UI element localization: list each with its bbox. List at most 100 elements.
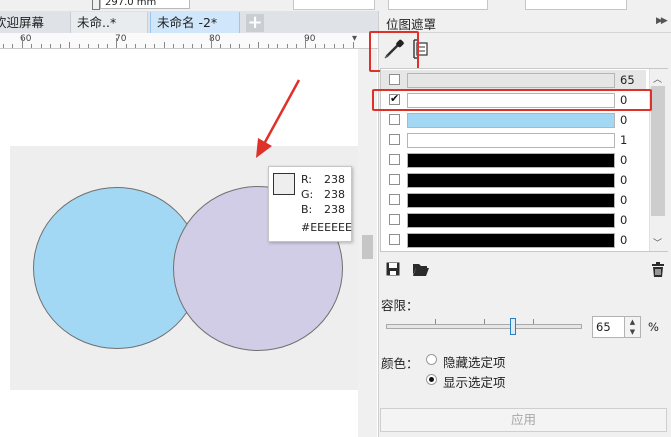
ruler-tick xyxy=(40,44,42,48)
ruler-tick xyxy=(31,44,33,48)
red-value: 238 xyxy=(324,173,345,186)
row-color-swatch[interactable] xyxy=(407,233,615,248)
double-chevron-right-icon[interactable]: ▶▶ xyxy=(656,16,668,26)
ruler-tick xyxy=(201,44,203,48)
save-icon[interactable] xyxy=(386,262,400,276)
slider-tick xyxy=(533,319,534,324)
ruler-tick xyxy=(135,44,137,48)
tab-untitled-2[interactable]: 未命名 -2* xyxy=(150,12,240,33)
ruler-tick xyxy=(324,44,326,48)
ruler-tick xyxy=(182,44,184,48)
green-label: G: xyxy=(301,188,314,201)
page-height-input[interactable]: 297.0 mm xyxy=(100,0,190,9)
divider xyxy=(378,32,671,33)
row-checkbox[interactable] xyxy=(389,134,400,145)
canvas-scroll-thumb[interactable] xyxy=(362,235,373,259)
row-checkbox[interactable] xyxy=(389,234,400,245)
row-color-swatch[interactable] xyxy=(407,193,615,208)
hex-value: #EEEEEE xyxy=(301,221,352,234)
color-mode-label: 颜色： xyxy=(381,356,419,371)
scroll-up-icon[interactable]: ︿ xyxy=(653,72,662,85)
radio-hide-selected[interactable] xyxy=(426,354,437,365)
tolerance-slider[interactable] xyxy=(386,324,582,329)
ruler-tick xyxy=(116,38,118,48)
row-tolerance[interactable]: 0 xyxy=(620,193,627,207)
page-height-icon xyxy=(92,0,100,10)
ruler-tick xyxy=(248,44,250,48)
red-arrow-annotation xyxy=(256,79,301,158)
row-color-swatch[interactable] xyxy=(407,173,615,188)
slider-tick xyxy=(484,319,485,324)
ruler-tick xyxy=(125,44,127,48)
red-label: R: xyxy=(301,173,313,186)
ruler-tick xyxy=(106,44,108,48)
tolerance-spinner[interactable]: ▲ ▼ xyxy=(625,316,641,338)
tolerance-input[interactable]: 65 xyxy=(592,316,625,338)
highlight-box-row xyxy=(372,89,652,111)
tab-label: 未命..* xyxy=(77,15,117,30)
ruler-tick xyxy=(97,44,99,48)
toolbar-field[interactable] xyxy=(525,0,627,10)
row-tolerance[interactable]: 0 xyxy=(620,213,627,227)
ruler-tick xyxy=(295,44,297,48)
tab-welcome-screen[interactable]: 欢迎屏幕 xyxy=(0,12,68,33)
row-tolerance[interactable]: 1 xyxy=(620,133,627,147)
toolbar-field[interactable] xyxy=(388,0,488,10)
ruler-tick xyxy=(277,44,278,48)
row-tolerance[interactable]: 0 xyxy=(620,233,627,247)
row-checkbox[interactable] xyxy=(389,194,400,205)
row-color-swatch[interactable] xyxy=(407,73,615,88)
list-scroll-thumb[interactable] xyxy=(651,86,665,216)
ruler-tick xyxy=(343,44,345,48)
row-color-swatch[interactable] xyxy=(407,113,615,128)
ruler-tick xyxy=(78,44,80,48)
ruler-tick xyxy=(220,44,222,48)
radio-show-label[interactable]: 显示选定项 xyxy=(443,372,506,391)
open-folder-icon[interactable] xyxy=(412,262,430,277)
ruler-tick xyxy=(59,44,61,48)
ruler-tick xyxy=(239,44,241,48)
blue-label: B: xyxy=(301,203,313,216)
horizontal-ruler[interactable] xyxy=(0,33,378,49)
add-tab-button[interactable]: + xyxy=(246,14,264,32)
trash-icon[interactable] xyxy=(651,262,665,277)
row-color-swatch[interactable] xyxy=(407,153,615,168)
radio-show-selected[interactable] xyxy=(426,374,437,385)
ruler-tick xyxy=(3,44,4,48)
color-readout-tooltip: R: 238 G: 238 B: 238 #EEEEEE xyxy=(268,166,352,242)
ruler-tick xyxy=(154,44,156,48)
tolerance-slider-thumb[interactable] xyxy=(510,318,517,335)
green-value: 238 xyxy=(324,188,345,201)
blue-value: 238 xyxy=(324,203,345,216)
row-tolerance[interactable]: 0 xyxy=(620,153,627,167)
scroll-down-icon[interactable]: ﹀ xyxy=(653,236,662,249)
ruler-tick xyxy=(267,44,269,48)
highlight-box-eyedropper xyxy=(369,31,419,72)
row-checkbox[interactable] xyxy=(389,214,400,225)
row-color-swatch[interactable] xyxy=(407,133,615,148)
row-color-swatch[interactable] xyxy=(407,213,615,228)
ruler-tick xyxy=(192,44,193,48)
ruler-tick xyxy=(305,38,307,48)
toolbar-field[interactable] xyxy=(293,0,375,10)
ruler-tick xyxy=(173,44,175,48)
row-tolerance[interactable]: 0 xyxy=(620,113,627,127)
ruler-tick xyxy=(210,38,212,48)
ruler-tick xyxy=(144,44,146,48)
color-swatch xyxy=(273,173,295,195)
row-checkbox[interactable] xyxy=(389,114,400,125)
row-checkbox[interactable] xyxy=(389,154,400,165)
row-tolerance[interactable]: 0 xyxy=(620,173,627,187)
ruler-tick xyxy=(229,44,231,48)
ruler-tick xyxy=(12,44,14,48)
row-checkbox[interactable] xyxy=(389,74,400,85)
row-checkbox[interactable] xyxy=(389,174,400,185)
radio-hide-label[interactable]: 隐藏选定项 xyxy=(443,352,506,371)
slider-tick xyxy=(435,319,436,324)
row-tolerance[interactable]: 65 xyxy=(620,73,635,87)
ruler-tick xyxy=(314,44,316,48)
ruler-tick xyxy=(286,44,288,48)
tab-untitled-1[interactable]: 未命..* xyxy=(70,12,148,33)
tolerance-label: 容限： xyxy=(381,298,419,313)
apply-button[interactable]: 应用 xyxy=(380,408,667,432)
